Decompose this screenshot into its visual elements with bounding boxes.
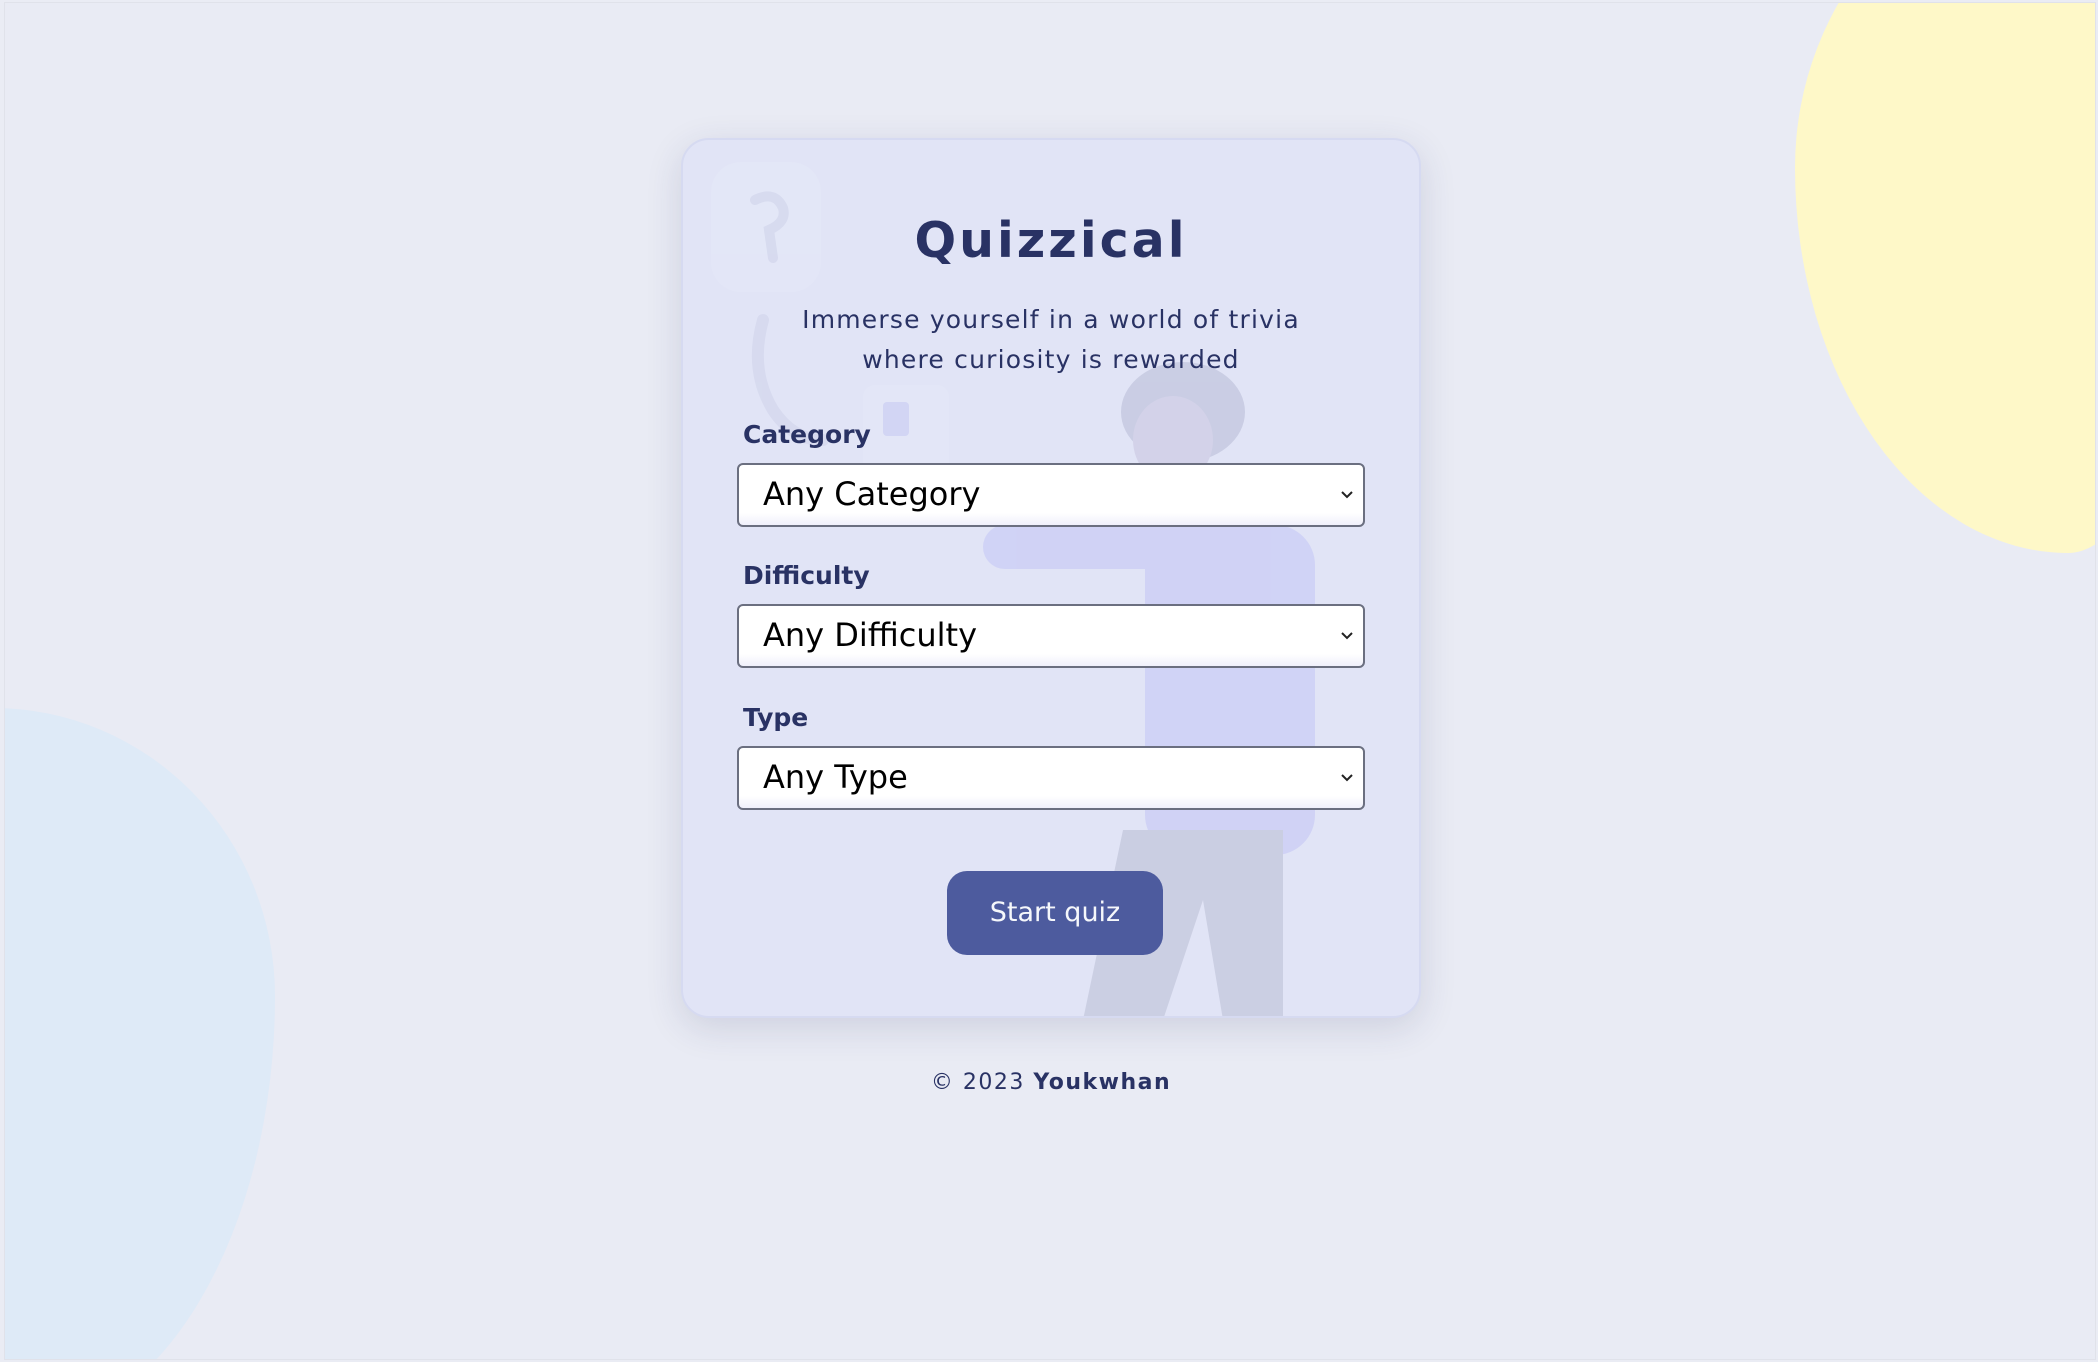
footer: © 2023 Youkwhan: [5, 1070, 2095, 1095]
category-select-value: Any Category: [763, 475, 981, 513]
type-select-value: Any Type: [763, 758, 908, 796]
subtitle-line-2: where curiosity is rewarded: [862, 345, 1240, 374]
app-title: Quizzical: [914, 212, 1188, 269]
chevron-down-icon: [1341, 774, 1353, 782]
start-quiz-button[interactable]: Start quiz: [947, 871, 1163, 955]
chevron-down-icon: [1341, 632, 1353, 640]
app-subtitle: Immerse yourself in a world of trivia wh…: [783, 300, 1319, 380]
page: Quizzical Immerse yourself in a world of…: [4, 2, 2096, 1360]
type-label: Type: [743, 703, 809, 732]
difficulty-label: Difficulty: [743, 561, 870, 590]
decorative-blue-blob: [5, 708, 275, 1359]
footer-author: Youkwhan: [1033, 1070, 1172, 1095]
footer-copyright: © 2023: [930, 1070, 1025, 1095]
difficulty-select[interactable]: Any Difficulty: [737, 604, 1365, 668]
type-select[interactable]: Any Type: [737, 746, 1365, 810]
category-label: Category: [743, 420, 871, 449]
chevron-down-icon: [1341, 491, 1353, 499]
subtitle-line-1: Immerse yourself in a world of trivia: [802, 305, 1300, 334]
difficulty-select-value: Any Difficulty: [763, 616, 977, 654]
quiz-setup-card: Quizzical Immerse yourself in a world of…: [681, 138, 1421, 1018]
decorative-yellow-blob: [1795, 3, 2095, 553]
category-select[interactable]: Any Category: [737, 463, 1365, 527]
